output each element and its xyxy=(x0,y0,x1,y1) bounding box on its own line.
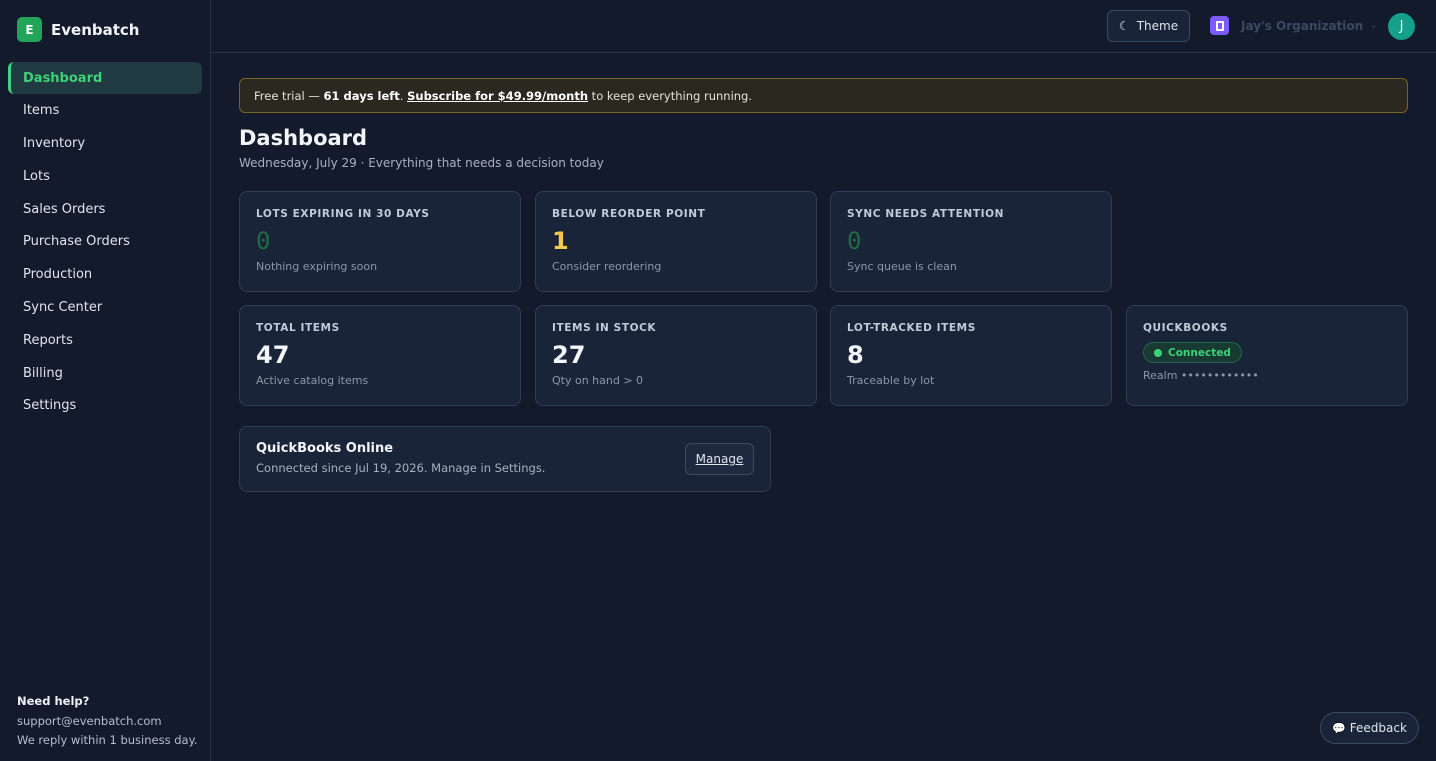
banner-suffix: to keep everything running. xyxy=(588,88,753,103)
sidebar-item-reports[interactable]: Reports xyxy=(8,324,202,356)
sidebar-item-purchase-orders[interactable]: Purchase Orders xyxy=(8,226,202,258)
card-label: SYNC NEEDS ATTENTION xyxy=(847,208,1005,220)
banner-prefix: Free trial — xyxy=(254,88,324,103)
card-note: Consider reordering xyxy=(552,260,662,273)
sidebar-item-items[interactable]: Items xyxy=(8,95,202,127)
sidebar-nav: Dashboard Items Inventory Lots Sales Ord… xyxy=(8,62,202,423)
theme-button[interactable]: ☾ Theme xyxy=(1107,10,1190,42)
sidebar-item-settings[interactable]: Settings xyxy=(8,390,202,422)
sidebar-item-lots[interactable]: Lots xyxy=(8,160,202,192)
banner-dot: . xyxy=(399,88,408,103)
help-box: Need help? support@evenbatch.com We repl… xyxy=(17,692,197,751)
card-sync-attention[interactable]: SYNC NEEDS ATTENTION 0 Sync queue is cle… xyxy=(830,191,1112,292)
card-label: LOT-TRACKED ITEMS xyxy=(847,322,976,334)
help-email[interactable]: support@evenbatch.com xyxy=(17,712,197,732)
trial-banner: Free trial — 61 days left . Subscribe fo… xyxy=(239,78,1408,113)
chat-bubble-icon: 💬 xyxy=(1332,721,1346,735)
card-value: 27 xyxy=(552,341,586,369)
sidebar: E Evenbatch Dashboard Items Inventory Lo… xyxy=(0,0,211,761)
card-value: 0 xyxy=(256,227,271,255)
feedback-label: Feedback xyxy=(1349,721,1407,735)
card-value: 1 xyxy=(552,227,569,255)
card-quickbooks[interactable]: QUICKBOOKS Connected Realm •••••••••••• xyxy=(1126,305,1408,406)
brand-logo-icon: E xyxy=(17,17,42,42)
quickbooks-online-panel: QuickBooks Online Connected since Jul 19… xyxy=(239,426,771,492)
page-title: Dashboard xyxy=(239,126,368,150)
manage-button[interactable]: Manage xyxy=(685,443,754,475)
qbo-subtitle: Connected since Jul 19, 2026. Manage in … xyxy=(256,461,546,475)
card-note: Active catalog items xyxy=(256,374,369,387)
qbo-title: QuickBooks Online xyxy=(256,441,394,456)
topbar: ☾ Theme Jay's Organization ⌄ J xyxy=(211,0,1436,53)
feedback-button[interactable]: 💬 Feedback xyxy=(1320,712,1419,744)
building-icon xyxy=(1210,16,1229,35)
card-lot-tracked[interactable]: LOT-TRACKED ITEMS 8 Traceable by lot xyxy=(830,305,1112,406)
card-note: Nothing expiring soon xyxy=(256,260,378,273)
sidebar-item-dashboard[interactable]: Dashboard xyxy=(8,62,202,94)
chevron-down-icon: ⌄ xyxy=(1369,20,1378,31)
card-total-items[interactable]: TOTAL ITEMS 47 Active catalog items xyxy=(239,305,521,406)
banner-days: 61 days left xyxy=(323,88,400,103)
card-label: LOTS EXPIRING IN 30 DAYS xyxy=(256,208,430,220)
card-label: BELOW REORDER POINT xyxy=(552,208,706,220)
help-title: Need help? xyxy=(17,694,90,708)
card-value: 0 xyxy=(847,227,862,255)
card-label: QUICKBOOKS xyxy=(1143,322,1228,334)
brand-name: Evenbatch xyxy=(51,20,140,39)
card-label: TOTAL ITEMS xyxy=(256,322,340,334)
sidebar-item-sales-orders[interactable]: Sales Orders xyxy=(8,193,202,225)
help-note: We reply within 1 business day. xyxy=(17,733,198,747)
card-note: Sync queue is clean xyxy=(847,260,957,273)
brand[interactable]: E Evenbatch xyxy=(17,17,139,42)
sidebar-item-sync-center[interactable]: Sync Center xyxy=(8,292,202,324)
avatar[interactable]: J xyxy=(1388,13,1415,40)
subscribe-link[interactable]: Subscribe for $49.99/month xyxy=(407,89,588,103)
card-value: 8 xyxy=(847,341,864,369)
theme-label: Theme xyxy=(1136,19,1179,33)
card-value: 47 xyxy=(256,341,290,369)
moon-icon: ☾ xyxy=(1118,19,1130,33)
card-note: Traceable by lot xyxy=(847,374,935,387)
sidebar-item-inventory[interactable]: Inventory xyxy=(8,128,202,160)
card-below-reorder[interactable]: BELOW REORDER POINT 1 Consider reorderin… xyxy=(535,191,817,292)
status-dot-icon xyxy=(1154,348,1162,357)
org-switcher[interactable]: Jay's Organization ⌄ xyxy=(1210,16,1378,35)
org-name: Jay's Organization xyxy=(1241,18,1364,33)
card-note: Qty on hand > 0 xyxy=(552,374,644,387)
sidebar-item-billing[interactable]: Billing xyxy=(8,357,202,389)
status-badge-label: Connected xyxy=(1168,346,1231,359)
card-lots-expiring[interactable]: LOTS EXPIRING IN 30 DAYS 0 Nothing expir… xyxy=(239,191,521,292)
page-subtitle: Wednesday, July 29 · Everything that nee… xyxy=(239,156,604,170)
card-label: ITEMS IN STOCK xyxy=(552,322,657,334)
card-items-in-stock[interactable]: ITEMS IN STOCK 27 Qty on hand > 0 xyxy=(535,305,817,406)
realm-id: Realm •••••••••••• xyxy=(1143,369,1259,382)
status-badge: Connected xyxy=(1143,342,1242,363)
sidebar-item-production[interactable]: Production xyxy=(8,259,202,291)
